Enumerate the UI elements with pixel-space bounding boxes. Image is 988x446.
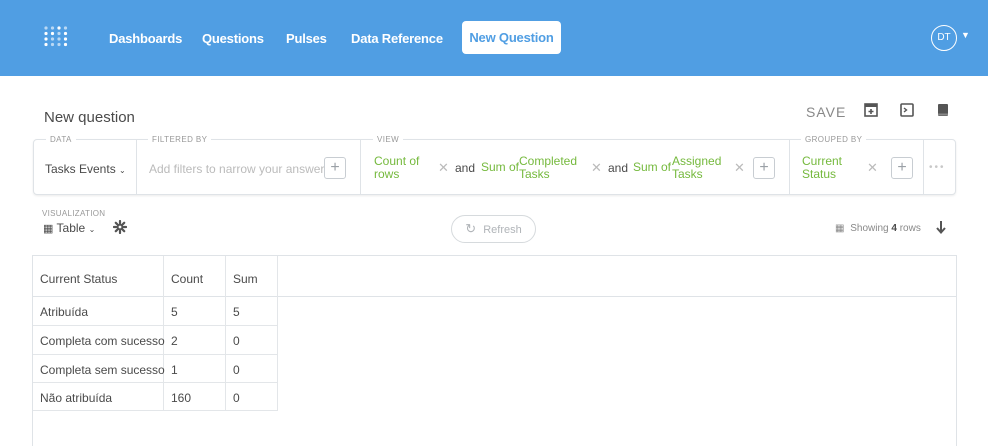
add-filter-button[interactable]: + <box>324 157 346 179</box>
reference-book-icon[interactable] <box>936 103 950 117</box>
remove-aggregation-icon[interactable]: ✕ <box>438 160 449 176</box>
column-header-count[interactable]: Count <box>171 272 203 286</box>
divider <box>923 140 924 195</box>
table-grid-icon: ▦ <box>43 223 54 235</box>
aggregation-count[interactable]: Count of rows <box>374 155 419 181</box>
column-divider <box>277 256 278 411</box>
group-section-label: GROUPED BY <box>801 135 867 144</box>
refresh-button[interactable]: ↻ Refresh <box>451 215 536 243</box>
table-cell: 160 <box>171 391 192 405</box>
row-divider <box>33 325 277 326</box>
add-aggregation-button[interactable]: + <box>753 157 775 179</box>
column-divider <box>225 256 226 411</box>
query-builder: DATA Tasks Events ⌄ FILTERED BY Add filt… <box>33 135 956 195</box>
and-label: and <box>455 161 476 175</box>
table-cell: 0 <box>233 363 240 377</box>
divider <box>136 140 137 195</box>
table-grid-icon: ▦ <box>835 223 845 234</box>
table-cell: Completa com sucesso <box>40 334 165 348</box>
visualization-select[interactable]: ▦ Table ⌄ <box>43 221 95 235</box>
table-cell: 5 <box>233 305 240 319</box>
metabase-logo-icon[interactable] <box>44 26 68 48</box>
nav-questions[interactable]: Questions <box>202 31 264 46</box>
remove-aggregation-icon[interactable]: ✕ <box>591 160 602 176</box>
sql-editor-icon[interactable] <box>900 103 914 117</box>
row-divider <box>33 382 277 383</box>
filter-placeholder[interactable]: Add filters to narrow your answer <box>149 162 324 176</box>
chevron-down-icon[interactable]: ▼ <box>961 30 970 40</box>
nav-pulses[interactable]: Pulses <box>286 31 327 46</box>
add-breakout-button[interactable]: + <box>891 157 913 179</box>
chevron-down-icon: ⌄ <box>119 166 126 175</box>
nav-dashboards[interactable]: Dashboards <box>109 31 182 46</box>
nav-data-reference[interactable]: Data Reference <box>351 31 443 46</box>
aggregation-sum-assigned[interactable]: Assigned Tasks <box>672 155 721 181</box>
table-cell: Completa sem sucesso <box>40 363 165 377</box>
table-cell: 0 <box>233 334 240 348</box>
table-cell: 0 <box>233 391 240 405</box>
page-title: New question <box>44 109 135 126</box>
table-cell: 1 <box>171 363 178 377</box>
chevron-down-icon: ⌄ <box>88 225 96 234</box>
row-count-indicator: ▦ Showing 4 rows <box>835 223 921 234</box>
new-question-button[interactable]: New Question <box>462 21 561 54</box>
and-label: and <box>608 161 629 175</box>
table-cell: Não atribuída <box>40 391 113 405</box>
aggregation-sum-prefix[interactable]: Sum of <box>633 161 671 174</box>
data-source-select[interactable]: Tasks Events ⌄ <box>45 162 126 176</box>
remove-aggregation-icon[interactable]: ✕ <box>734 160 745 176</box>
table-cell: 5 <box>171 305 178 319</box>
top-nav: Dashboards Questions Pulses Data Referen… <box>0 0 988 76</box>
row-divider <box>33 410 277 411</box>
save-button[interactable]: SAVE <box>806 104 846 120</box>
filter-section-label: FILTERED BY <box>148 135 212 144</box>
user-avatar[interactable]: DT <box>931 25 957 51</box>
download-icon[interactable] <box>935 220 947 236</box>
view-section-label: VIEW <box>373 135 404 144</box>
table-cell: Atribuída <box>40 305 89 319</box>
divider <box>360 140 361 195</box>
visualization-label: VISUALIZATION <box>42 209 106 218</box>
aggregation-sum-completed[interactable]: Completed Tasks <box>519 155 577 181</box>
aggregation-sum-prefix[interactable]: Sum of <box>481 161 519 174</box>
column-header-sum[interactable]: Sum <box>233 272 258 286</box>
header-divider <box>33 296 956 297</box>
more-options-icon[interactable]: ••• <box>929 162 946 173</box>
data-section-label: DATA <box>46 135 76 144</box>
refresh-icon: ↻ <box>465 221 477 236</box>
remove-breakout-icon[interactable]: ✕ <box>867 160 878 176</box>
column-header-current-status[interactable]: Current Status <box>40 272 117 286</box>
table-cell: 2 <box>171 334 178 348</box>
results-table: Current Status Count Sum Atribuída 5 5 C… <box>32 255 957 446</box>
divider <box>789 140 790 195</box>
breakout-current-status[interactable]: Current Status <box>802 155 842 181</box>
add-to-dashboard-icon[interactable] <box>864 103 878 117</box>
row-divider <box>33 354 277 355</box>
gear-icon[interactable] <box>113 220 127 234</box>
